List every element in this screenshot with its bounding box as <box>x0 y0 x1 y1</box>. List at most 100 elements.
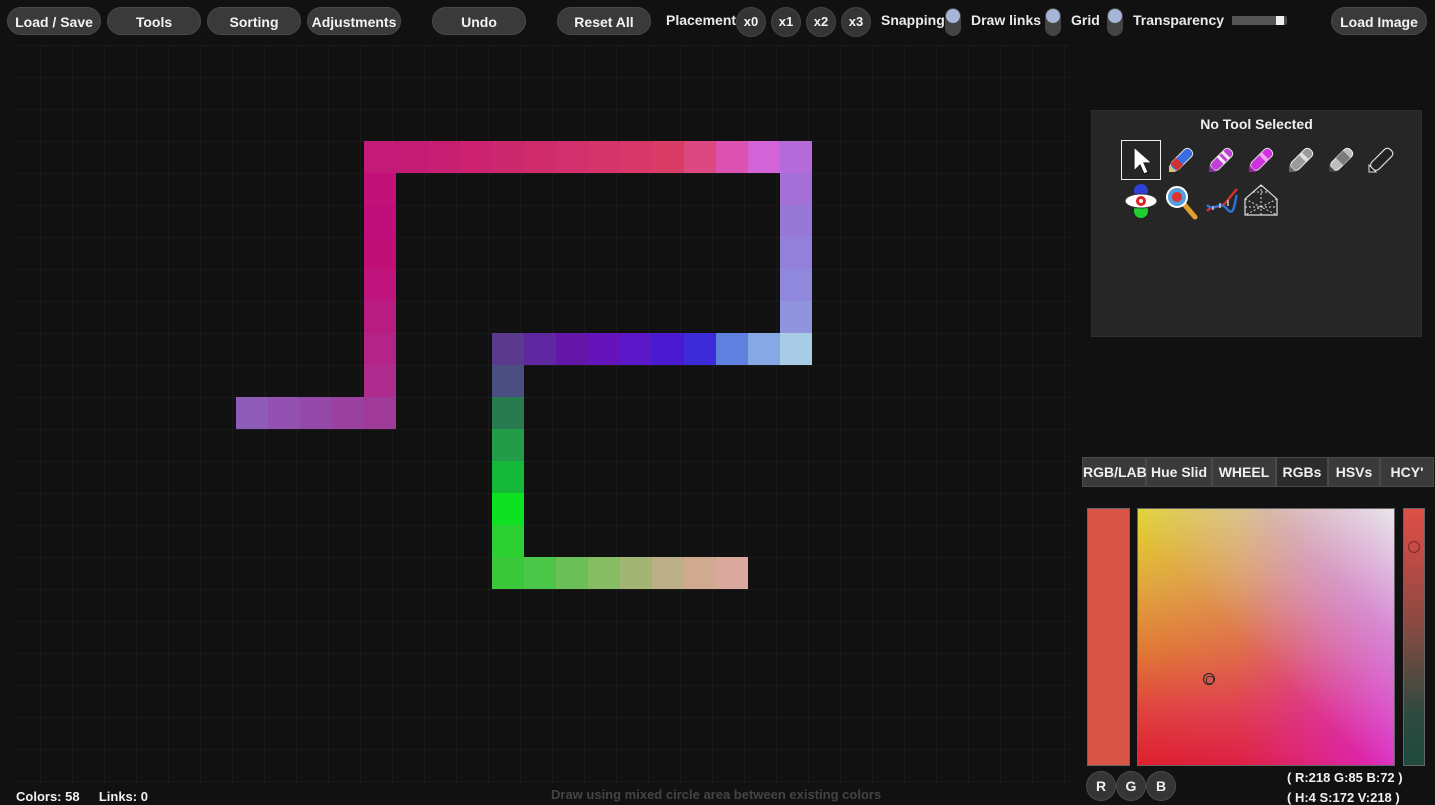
palette-color-cell[interactable] <box>492 141 524 173</box>
palette-color-cell[interactable] <box>492 557 524 589</box>
palette-color-cell[interactable] <box>556 333 588 365</box>
tab-hsvs[interactable]: HSVs <box>1328 457 1380 487</box>
placement-x2-button[interactable]: x2 <box>806 7 836 37</box>
palette-color-cell[interactable] <box>620 141 652 173</box>
palette-color-cell[interactable] <box>460 141 492 173</box>
palette-color-cell[interactable] <box>364 237 396 269</box>
gray-marker-icon[interactable] <box>1281 140 1321 180</box>
palette-color-cell[interactable] <box>332 397 364 429</box>
palette-color-cell[interactable] <box>364 333 396 365</box>
palette-color-cell[interactable] <box>780 237 812 269</box>
palette-color-cell[interactable] <box>588 141 620 173</box>
palette-color-cell[interactable] <box>492 429 524 461</box>
outline-marker-icon[interactable] <box>1361 140 1401 180</box>
palette-color-cell[interactable] <box>780 333 812 365</box>
load-image-button[interactable]: Load Image <box>1331 7 1427 35</box>
reset-all-button[interactable]: Reset All <box>557 7 651 35</box>
palette-color-cell[interactable] <box>588 333 620 365</box>
mesh-icon[interactable] <box>1241 181 1281 221</box>
palette-color-cell[interactable] <box>780 141 812 173</box>
tab-rgb-lab[interactable]: RGB/LAB <box>1082 457 1147 487</box>
sorting-button[interactable]: Sorting <box>207 7 301 35</box>
palette-color-cell[interactable] <box>780 173 812 205</box>
tab-rgbs[interactable]: RGBs <box>1276 457 1328 487</box>
palette-color-cell[interactable] <box>652 141 684 173</box>
colors-count: Colors: 58 <box>16 789 80 804</box>
palette-color-cell[interactable] <box>780 269 812 301</box>
placement-x3-button[interactable]: x3 <box>841 7 871 37</box>
grid-toggle[interactable] <box>1107 8 1123 36</box>
palette-color-cell[interactable] <box>652 557 684 589</box>
palette-color-cell[interactable] <box>364 365 396 397</box>
channel-r-button[interactable]: R <box>1086 771 1116 801</box>
snapping-toggle[interactable] <box>945 8 961 36</box>
palette-color-cell[interactable] <box>364 269 396 301</box>
palette-color-cell[interactable] <box>300 397 332 429</box>
palette-color-cell[interactable] <box>588 557 620 589</box>
palette-color-cell[interactable] <box>524 141 556 173</box>
placement-x0-button[interactable]: x0 <box>736 7 766 37</box>
palette-color-cell[interactable] <box>524 333 556 365</box>
palette-color-cell[interactable] <box>524 557 556 589</box>
palette-color-cell[interactable] <box>780 205 812 237</box>
eye-icon[interactable] <box>1121 181 1161 221</box>
palette-color-cell[interactable] <box>428 141 460 173</box>
picker-gradient-light <box>1138 509 1394 765</box>
palette-color-cell[interactable] <box>268 397 300 429</box>
palette-color-cell[interactable] <box>716 141 748 173</box>
transparency-slider-knob[interactable] <box>1276 16 1285 25</box>
palette-color-cell[interactable] <box>492 461 524 493</box>
palette-color-cell[interactable] <box>364 397 396 429</box>
undo-button[interactable]: Undo <box>432 7 526 35</box>
dna-icon[interactable] <box>1201 181 1241 221</box>
palette-color-cell[interactable] <box>620 333 652 365</box>
palette-color-cell[interactable] <box>780 301 812 333</box>
palette-color-cell[interactable] <box>396 141 428 173</box>
magenta-marker-2-icon[interactable] <box>1241 140 1281 180</box>
select-arrow-icon[interactable] <box>1121 140 1161 180</box>
palette-color-cell[interactable] <box>556 141 588 173</box>
palette-color-cell[interactable] <box>716 557 748 589</box>
palette-color-cell[interactable] <box>364 173 396 205</box>
palette-color-cell[interactable] <box>556 557 588 589</box>
tab-hue-slid[interactable]: Hue Slid <box>1146 457 1212 487</box>
tools-button[interactable]: Tools <box>107 7 201 35</box>
gray-marker-2-icon[interactable] <box>1321 140 1361 180</box>
picker-cursor[interactable] <box>1203 673 1215 685</box>
draw-links-toggle[interactable] <box>1045 8 1061 36</box>
palette-color-cell[interactable] <box>364 141 396 173</box>
tab-hcy[interactable]: HCY' <box>1380 457 1434 487</box>
transparency-slider[interactable] <box>1232 16 1287 25</box>
color-picker-area[interactable] <box>1137 508 1395 766</box>
palette-color-cell[interactable] <box>684 557 716 589</box>
palette-color-cell[interactable] <box>492 365 524 397</box>
top-toolbar: Load / Save Tools Sorting Adjustments Un… <box>0 0 1435 44</box>
palette-color-cell[interactable] <box>364 205 396 237</box>
tab-wheel[interactable]: WHEEL <box>1212 457 1276 487</box>
palette-color-cell[interactable] <box>684 141 716 173</box>
placement-x1-button[interactable]: x1 <box>771 7 801 37</box>
palette-color-cell[interactable] <box>748 333 780 365</box>
hsv-readout: ( H:4 S:172 V:218 ) <box>1287 790 1400 805</box>
palette-color-cell[interactable] <box>492 333 524 365</box>
palette-canvas[interactable] <box>12 45 1070 783</box>
palette-color-cell[interactable] <box>620 557 652 589</box>
magnifier-icon[interactable] <box>1161 181 1201 221</box>
palette-color-cell[interactable] <box>492 397 524 429</box>
palette-color-cell[interactable] <box>684 333 716 365</box>
load-save-button[interactable]: Load / Save <box>7 7 101 35</box>
palette-color-cell[interactable] <box>492 493 524 525</box>
magenta-marker-icon[interactable] <box>1201 140 1241 180</box>
palette-color-cell[interactable] <box>236 397 268 429</box>
palette-color-cell[interactable] <box>364 301 396 333</box>
palette-color-cell[interactable] <box>748 141 780 173</box>
channel-b-button[interactable]: B <box>1146 771 1176 801</box>
red-blue-pen-icon[interactable] <box>1161 140 1201 180</box>
palette-color-cell[interactable] <box>492 525 524 557</box>
palette-color-cell[interactable] <box>716 333 748 365</box>
channel-g-button[interactable]: G <box>1116 771 1146 801</box>
tool-panel-title: No Tool Selected <box>1200 116 1313 132</box>
adjustments-button[interactable]: Adjustments <box>307 7 401 35</box>
palette-color-cell[interactable] <box>652 333 684 365</box>
value-strip-marker[interactable] <box>1408 541 1420 553</box>
